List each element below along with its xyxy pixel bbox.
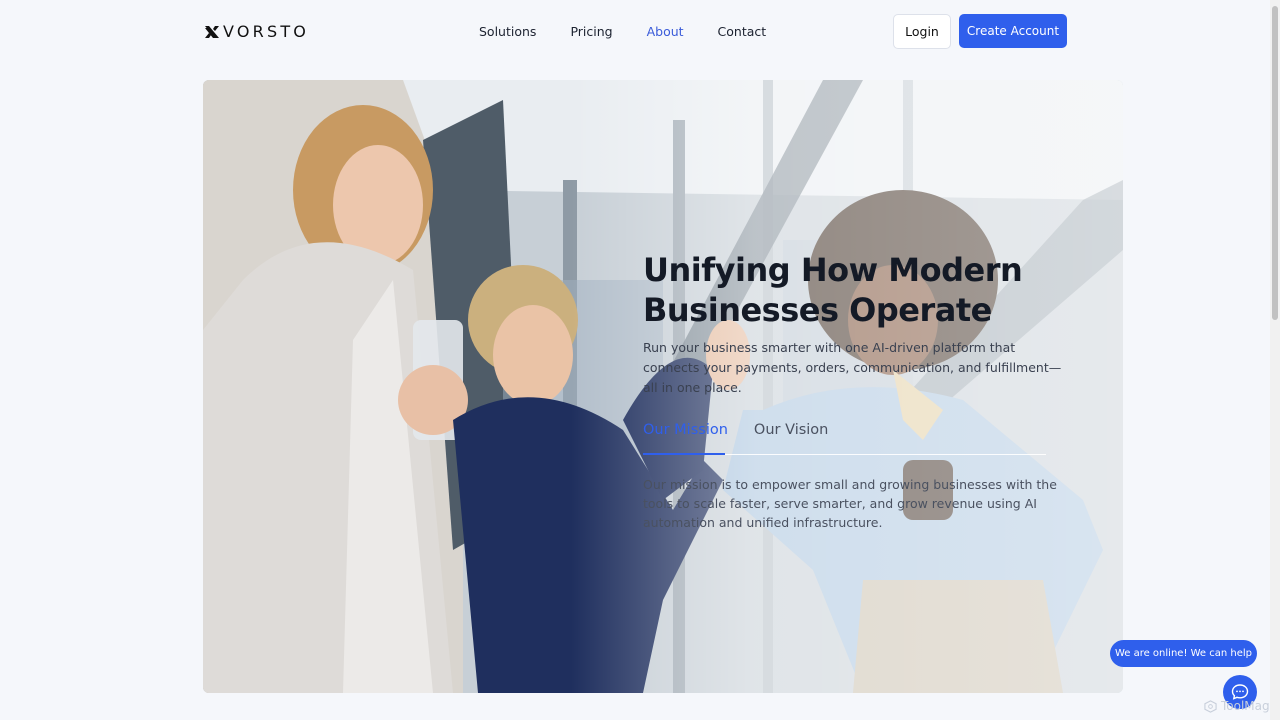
create-account-button[interactable]: Create Account — [959, 14, 1067, 48]
hero-title-line1: Unifying How Modern — [643, 251, 1023, 289]
nav-about[interactable]: About — [647, 24, 684, 39]
tab-content: Our mission is to empower small and grow… — [643, 477, 1057, 530]
hero-section: Unifying How Modern Businesses Operate R… — [203, 80, 1123, 693]
watermark: ToolMage — [1204, 699, 1277, 713]
hero-content: Unifying How Modern Businesses Operate R… — [643, 250, 1063, 545]
active-tab-indicator — [643, 453, 725, 455]
brand-logo[interactable]: VORSTO — [204, 22, 309, 41]
page-scrollbar[interactable] — [1270, 0, 1280, 720]
tab-our-vision[interactable]: Our Vision — [754, 422, 828, 454]
hero-title: Unifying How Modern Businesses Operate — [643, 250, 1063, 330]
main-nav: Solutions Pricing About Contact — [479, 24, 800, 39]
brand-name: VORSTO — [223, 22, 310, 41]
scrollbar-thumb[interactable] — [1272, 6, 1278, 320]
nav-solutions[interactable]: Solutions — [479, 24, 536, 39]
hero-title-line2: Businesses Operate — [643, 291, 992, 329]
tab-our-mission[interactable]: Our Mission — [643, 422, 728, 454]
login-button[interactable]: Login — [893, 14, 951, 49]
site-header: VORSTO Solutions Pricing About Contact L… — [0, 0, 1270, 62]
nav-contact[interactable]: Contact — [718, 24, 767, 39]
watermark-logo-icon — [1204, 699, 1217, 713]
watermark-text: ToolMage — [1221, 699, 1278, 713]
chat-online-bubble[interactable]: We are online! We can help — [1110, 640, 1257, 667]
nav-pricing[interactable]: Pricing — [570, 24, 612, 39]
hero-description: Run your business smarter with one AI-dr… — [643, 340, 1062, 395]
logo-mark-icon — [205, 25, 219, 38]
mission-vision-tabs: Our Mission Our Vision — [643, 422, 1046, 455]
